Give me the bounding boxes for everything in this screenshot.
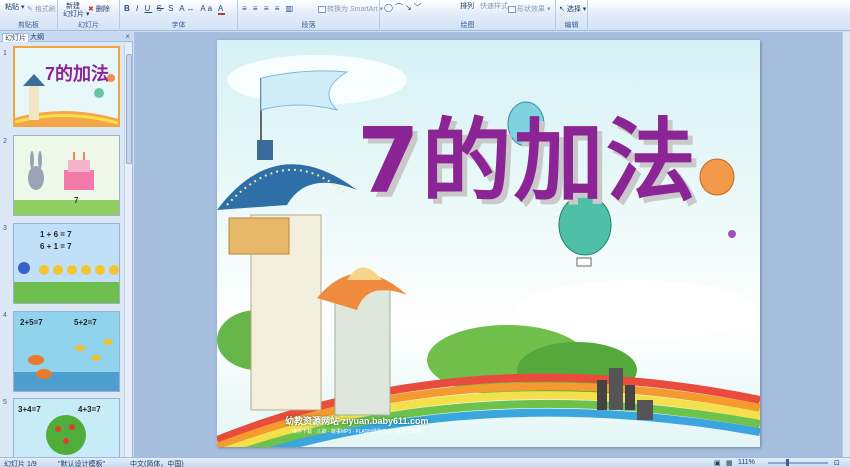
sorter-view-icon[interactable]: ▦: [726, 459, 733, 467]
slide-editing-area: 7的加法 幼教资源网站 ziyuan.baby611.com 课件下载 · 儿歌…: [134, 32, 850, 457]
ribbon: 粘贴 ▾ ✎ 格式刷 剪贴板 新建 幻灯片 ▾ ✖ 删除 幻灯片 B I U S…: [0, 0, 850, 31]
slides-panel: 幻灯片 大纲 × 1 7的加法 2 7 3 1 + 6 = 7 6 + 1 = …: [0, 32, 133, 457]
slide-thumbnail-1[interactable]: 7的加法: [13, 46, 120, 127]
spacing-icon[interactable]: A↔: [179, 4, 196, 13]
select-button[interactable]: ↖ 选择 ▾: [559, 4, 586, 14]
zoom-level[interactable]: 111%: [738, 459, 755, 466]
oval-shape-icon[interactable]: ◯: [384, 3, 395, 12]
font-group: B I U S S A↔ Aa A 字体: [120, 0, 238, 31]
close-icon[interactable]: ×: [125, 32, 130, 41]
editor-scrollbar[interactable]: [842, 32, 850, 457]
language-status: 中文(简体，中国): [130, 461, 184, 467]
case-icon[interactable]: Aa: [200, 4, 214, 13]
thumb-number: 2: [3, 138, 7, 145]
paragraph-group-title: 段落: [301, 22, 316, 29]
thumb-3-line1: 1 + 6 = 7: [40, 230, 72, 239]
slide-title[interactable]: 7的加法: [357, 88, 698, 218]
thumb-4-right: 5+2=7: [74, 318, 97, 327]
zoom-slider[interactable]: [768, 462, 828, 464]
tab-outline[interactable]: 大纲: [28, 33, 46, 42]
thumb-1-title: 7的加法: [45, 64, 110, 84]
slide-thumbnail-3[interactable]: 1 + 6 = 7 6 + 1 = 7: [13, 223, 120, 304]
quick-styles-button[interactable]: 快速样式: [480, 1, 508, 11]
panel-scroll-thumb[interactable]: [126, 54, 132, 164]
shadow-icon[interactable]: S: [168, 4, 175, 13]
normal-view-icon[interactable]: ▣: [714, 459, 721, 467]
format-painter-button[interactable]: ✎ 格式刷: [27, 4, 56, 14]
clipboard-group: 粘贴 ▾ ✎ 格式刷 剪贴板: [0, 0, 58, 31]
thumb-number: 4: [3, 312, 7, 319]
status-bar: 幻灯片 1/9 "默认设计模板" 中文(简体，中国) ▣ ▦ 111% ⊡: [0, 457, 850, 467]
drawing-group-title: 绘图: [460, 22, 475, 29]
editing-group: ↖ 选择 ▾ 编辑: [556, 0, 588, 31]
zoom-slider-knob[interactable]: [786, 459, 789, 466]
theme-name: "默认设计模板": [58, 461, 105, 467]
paragraph-group: ≡ ≡ ≡ ≡ ▥ 转换为 SmartArt ▾ 段落: [238, 0, 383, 31]
site-watermark: 幼教资源网站 ziyuan.baby611.com: [285, 416, 429, 426]
arrow-shape-icon[interactable]: ↘: [405, 3, 414, 12]
thumb-5-left: 3+4=7: [18, 405, 41, 414]
thumb-4-left: 2+5=7: [20, 318, 43, 327]
align-center-icon[interactable]: ≡: [253, 4, 260, 13]
columns-icon[interactable]: ▥: [286, 4, 296, 13]
justify-icon[interactable]: ≡: [275, 4, 282, 13]
font-format-tools[interactable]: B I U S S A↔ Aa A: [124, 4, 226, 15]
align-right-icon[interactable]: ≡: [264, 4, 271, 13]
site-watermark-subline: 课件下载 · 儿歌 · 故事MP3 · FLASH课件下载 · 试卷下载等: [292, 429, 422, 435]
thumb-2-illustration: [14, 136, 119, 215]
slide-thumbnail-2[interactable]: 7: [13, 135, 120, 216]
thumb-3-line2: 6 + 1 = 7: [40, 242, 72, 251]
thumb-2-caption: 7: [74, 196, 79, 205]
editing-group-title: 编辑: [564, 22, 579, 29]
drawing-group: ◯⌒↘﹀ 排列 快速样式 形状效果 ▾ 绘图: [380, 0, 556, 31]
convert-smartart-button[interactable]: 转换为 SmartArt ▾: [318, 4, 383, 14]
align-left-icon[interactable]: ≡: [242, 4, 249, 13]
arrange-button[interactable]: 排列: [460, 1, 474, 11]
thumb-5-right: 4+3=7: [78, 405, 101, 414]
bold-icon[interactable]: B: [124, 4, 132, 13]
slide-thumbnail-5[interactable]: 3+4=7 4+3=7: [13, 398, 120, 457]
thumb-number: 3: [3, 225, 7, 232]
delete-icon: ✖: [88, 6, 94, 13]
underline-icon[interactable]: U: [144, 4, 152, 13]
delete-slide-button[interactable]: ✖ 删除: [88, 4, 110, 14]
strike-icon[interactable]: S: [157, 4, 164, 13]
shapes-gallery[interactable]: ◯⌒↘﹀: [384, 2, 424, 13]
panel-tabs: 幻灯片 大纲 ×: [0, 32, 133, 42]
paste-button[interactable]: 粘贴 ▾: [5, 2, 24, 12]
font-color-icon[interactable]: A: [217, 4, 226, 15]
new-slide-button-label: 幻灯片 ▾: [63, 11, 90, 18]
font-group-title: 字体: [171, 22, 186, 29]
slide-thumbnail-4[interactable]: 2+5=7 5+2=7: [13, 311, 120, 392]
bracket-shape-icon[interactable]: ﹀: [414, 3, 424, 12]
slides-group: 新建 幻灯片 ▾ ✖ 删除 幻灯片: [58, 0, 120, 31]
italic-icon[interactable]: I: [136, 4, 140, 13]
slide-counter: 幻灯片 1/9: [4, 461, 37, 467]
thumb-number: 1: [3, 50, 7, 57]
panel-scrollbar[interactable]: [124, 44, 132, 457]
shape-effects-button[interactable]: 形状效果 ▾: [508, 4, 550, 14]
thumb-number: 5: [3, 399, 7, 406]
paragraph-tools[interactable]: ≡ ≡ ≡ ≡ ▥: [242, 4, 295, 13]
current-slide[interactable]: 7的加法 幼教资源网站 ziyuan.baby611.com 课件下载 · 儿歌…: [217, 40, 760, 447]
fit-window-icon[interactable]: ⊡: [834, 459, 840, 467]
slides-group-title: 幻灯片: [78, 22, 99, 29]
curve-shape-icon[interactable]: ⌒: [395, 3, 405, 12]
tab-slides[interactable]: 幻灯片: [2, 33, 29, 42]
clipboard-group-title: 剪贴板: [18, 22, 39, 29]
cursor-icon: ↖: [559, 6, 565, 13]
